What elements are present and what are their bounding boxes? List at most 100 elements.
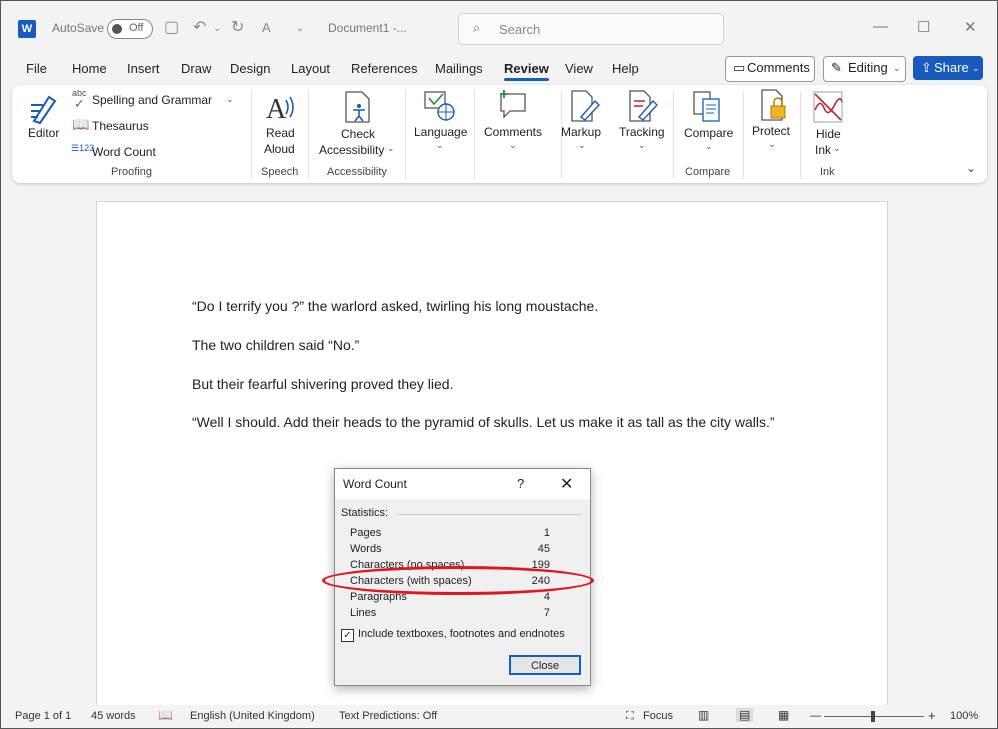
paragraph[interactable]: “Well I should. Add their heads to the p… [192, 414, 775, 430]
read-mode-icon[interactable]: ▥ [698, 708, 709, 722]
spelling-grammar-button[interactable]: Spelling and Grammar [92, 92, 212, 108]
new-comment-icon[interactable] [498, 89, 530, 121]
paragraph[interactable]: The two children said “No.” [192, 337, 359, 353]
chevron-down-icon[interactable]: ⌄ [226, 94, 234, 105]
tracking-label[interactable]: Tracking [619, 124, 665, 140]
word-count-indicator[interactable]: 45 words [91, 710, 136, 722]
tab-review[interactable]: Review [504, 61, 549, 81]
compare-label[interactable]: Compare [684, 125, 733, 141]
stat-row-pages: Pages 1 [350, 527, 550, 539]
page-indicator[interactable]: Page 1 of 1 [15, 710, 71, 722]
autosave-state: Off [129, 22, 144, 34]
word-window: W AutoSave Off ▢ ↶ ⌄ ↻ A ⌄ Document1 -..… [0, 0, 998, 729]
search-placeholder: Search [499, 22, 541, 37]
paragraph[interactable]: But their fearful shivering proved they … [192, 376, 453, 392]
paragraph[interactable]: “Do I terrify you ?” the warlord asked, … [192, 298, 598, 314]
comments-button[interactable]: ▭ Comments [725, 56, 815, 82]
text-predictions-indicator[interactable]: Text Predictions: Off [339, 710, 437, 722]
chevron-down-icon[interactable]: ⌄ [436, 140, 444, 151]
tab-layout[interactable]: Layout [291, 61, 330, 76]
hide-ink-label-2[interactable]: Ink [815, 142, 831, 158]
tab-mailings[interactable]: Mailings [435, 61, 483, 76]
zoom-level[interactable]: 100% [950, 710, 978, 722]
tab-help[interactable]: Help [612, 61, 639, 76]
status-bar: Page 1 of 1 45 words 📖 English (United K… [1, 705, 997, 728]
dialog-title-bar[interactable]: Word Count ? ✕ [335, 469, 590, 499]
thesaurus-button[interactable]: Thesaurus [92, 118, 149, 134]
comments-button-label: Comments [747, 60, 810, 75]
editing-mode-button[interactable]: ✎ Editing ⌄ [823, 56, 906, 82]
markup-label[interactable]: Markup [561, 124, 601, 140]
hide-ink-icon[interactable] [812, 90, 844, 124]
language-indicator[interactable]: English (United Kingdom) [190, 710, 315, 722]
chevron-down-icon[interactable]: ⌄ [638, 140, 646, 151]
red-highlight-ellipse [322, 566, 594, 595]
compare-icon[interactable] [692, 90, 724, 124]
protect-label[interactable]: Protect [752, 123, 790, 139]
chevron-down-icon[interactable]: ⌄ [768, 139, 776, 150]
stat-row-words: Words 45 [350, 543, 550, 555]
focus-icon[interactable]: ⛶ [626, 710, 634, 723]
ribbon-separator [474, 91, 475, 179]
markup-icon[interactable] [569, 89, 601, 123]
tab-draw[interactable]: Draw [181, 61, 211, 76]
close-button[interactable]: Close [509, 655, 581, 675]
read-aloud-icon[interactable]: A [264, 90, 298, 124]
undo-icon[interactable]: ↶ [193, 17, 206, 37]
editor-label[interactable]: Editor [28, 125, 59, 141]
tab-references[interactable]: References [351, 61, 417, 76]
editor-icon[interactable] [29, 91, 61, 125]
language-label[interactable]: Language [414, 124, 467, 140]
focus-button[interactable]: Focus [643, 710, 673, 722]
ribbon-separator [405, 91, 406, 179]
chevron-down-icon[interactable]: ⌄ [705, 141, 713, 152]
zoom-slider-thumb[interactable] [871, 711, 875, 722]
collapse-ribbon-icon[interactable]: ⌄ [966, 161, 976, 175]
editing-label: Editing [848, 60, 888, 75]
chevron-down-icon[interactable]: ⌄ [509, 140, 517, 151]
ribbon-separator [743, 91, 744, 179]
language-icon[interactable] [424, 90, 456, 122]
help-button[interactable]: ? [517, 476, 524, 491]
chevron-down-icon[interactable]: ⌄ [387, 143, 395, 154]
close-window-button[interactable]: ✕ [964, 18, 977, 36]
check-accessibility-icon[interactable] [343, 90, 373, 124]
stat-value: 7 [543, 607, 550, 619]
check-accessibility-label-1[interactable]: Check [341, 126, 375, 142]
pencil-icon: ✎ [831, 60, 842, 75]
save-icon[interactable]: ▢ [164, 17, 179, 37]
maximize-button[interactable]: ☐ [917, 18, 930, 36]
zoom-in-button[interactable]: + [928, 708, 936, 723]
web-layout-icon[interactable]: ▦ [778, 708, 789, 722]
comments-ribbon-label[interactable]: Comments [484, 124, 542, 140]
tab-design[interactable]: Design [230, 61, 270, 76]
include-textboxes-label[interactable]: Include textboxes, footnotes and endnote… [358, 628, 565, 640]
format-painter-icon[interactable]: A [262, 20, 271, 35]
chevron-down-icon[interactable]: ⌄ [578, 140, 586, 151]
customize-toolbar-icon[interactable]: ⌄ [296, 23, 304, 34]
read-aloud-label-1[interactable]: Read [266, 125, 295, 141]
redo-icon[interactable]: ↻ [231, 17, 244, 37]
undo-dropdown-icon[interactable]: ⌄ [213, 23, 221, 34]
dialog-close-icon[interactable]: ✕ [560, 474, 573, 494]
minimize-button[interactable]: — [873, 18, 888, 35]
print-layout-icon[interactable]: ▤ [736, 708, 754, 722]
tab-home[interactable]: Home [72, 61, 107, 76]
search-box[interactable]: ⌕ Search [458, 13, 724, 45]
share-button[interactable]: ⇪ Share ⌄ [913, 56, 983, 80]
tab-insert[interactable]: Insert [127, 61, 160, 76]
tab-file[interactable]: File [26, 61, 47, 76]
protect-icon[interactable] [759, 88, 789, 122]
autosave-toggle[interactable]: Off [107, 19, 153, 39]
proofing-status-icon[interactable]: 📖 [158, 708, 173, 722]
hide-ink-label-1[interactable]: Hide [816, 126, 841, 142]
word-count-button[interactable]: Word Count [92, 144, 156, 160]
read-aloud-label-2[interactable]: Aloud [264, 141, 295, 157]
zoom-out-button[interactable]: — [810, 710, 821, 722]
check-accessibility-label-2[interactable]: Accessibility [319, 142, 384, 158]
include-textboxes-checkbox[interactable]: ✓ [341, 629, 354, 642]
tracking-icon[interactable] [627, 89, 659, 123]
chevron-down-icon[interactable]: ⌄ [833, 143, 841, 154]
tab-view[interactable]: View [565, 61, 593, 76]
ribbon-separator [308, 91, 309, 179]
